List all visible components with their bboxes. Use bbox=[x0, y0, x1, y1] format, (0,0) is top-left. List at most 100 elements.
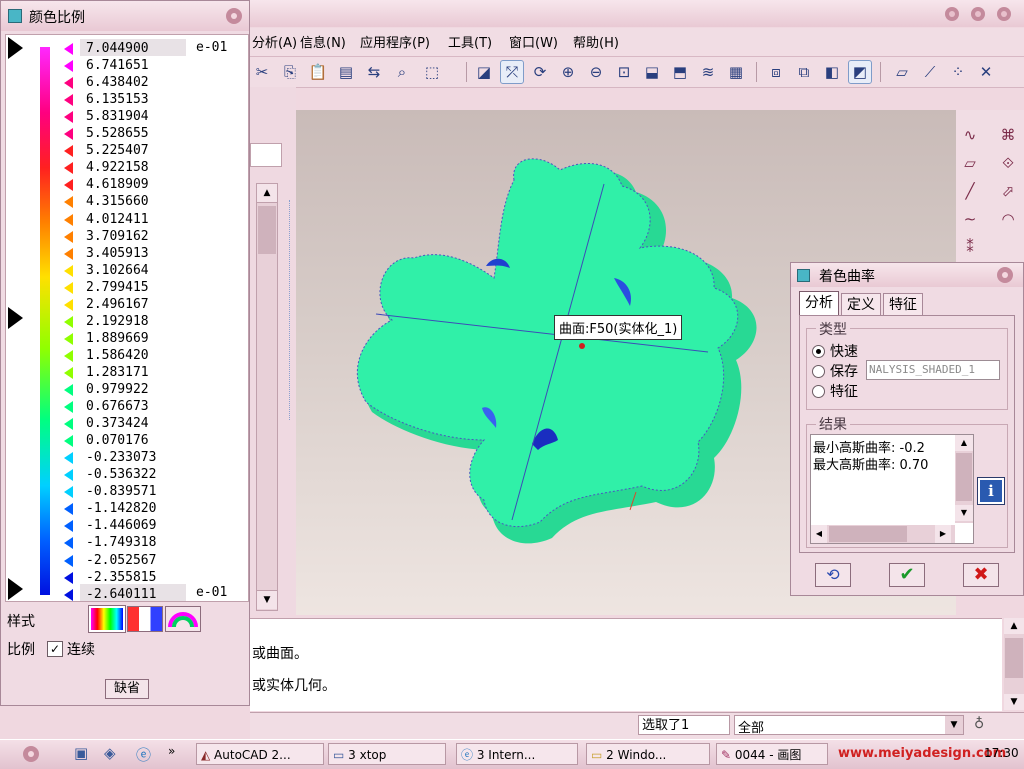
start-flower-icon[interactable] bbox=[18, 743, 44, 765]
menu-info[interactable]: 信息(N) bbox=[300, 32, 346, 51]
tab-analysis[interactable]: 分析 bbox=[799, 291, 839, 315]
right-feature-toolbar: ∿ ⌘ ▱ ⟐ ╱ ⬀ ∼ ◠ ⁑ bbox=[956, 110, 1024, 262]
tick-marker bbox=[64, 77, 73, 90]
spline-icon[interactable]: ∼ bbox=[958, 208, 982, 230]
wireframe-icon[interactable]: ⧈ bbox=[764, 60, 788, 84]
tab-feature[interactable]: 特征 bbox=[883, 293, 923, 315]
continuous-checkbox[interactable]: ✓ bbox=[47, 641, 63, 657]
menu-help[interactable]: 帮助(H) bbox=[573, 32, 619, 51]
paste-special-icon[interactable]: ▤ bbox=[334, 60, 358, 84]
task-internet[interactable]: ⓔ 3 Intern... bbox=[456, 743, 578, 765]
layers-icon[interactable]: ≋ bbox=[696, 60, 720, 84]
model-tree-header bbox=[250, 143, 282, 167]
datum-points-icon[interactable]: ⁘ bbox=[946, 60, 970, 84]
refit-icon[interactable]: ⊡ bbox=[612, 60, 636, 84]
flower-icon[interactable] bbox=[993, 264, 1017, 286]
orient-mode-icon[interactable]: ⟳ bbox=[528, 60, 552, 84]
zoom-out-icon[interactable]: ⊖ bbox=[584, 60, 608, 84]
datum-axes-icon[interactable]: ⟋ bbox=[918, 60, 942, 84]
results-textbox[interactable]: 最小高斯曲率: -0.2 最大高斯曲率: 0.70 ▲ ▼ ◀ ▶ bbox=[810, 434, 974, 544]
tick-marker bbox=[64, 179, 73, 192]
select-box-icon[interactable]: ⬚ bbox=[420, 60, 444, 84]
flower-icon[interactable] bbox=[223, 5, 245, 27]
cut-icon[interactable]: ✂ bbox=[250, 60, 274, 84]
more-chevron-icon[interactable]: » bbox=[168, 744, 175, 758]
info-icon[interactable]: i bbox=[977, 477, 1005, 505]
option-feature-radio[interactable] bbox=[812, 385, 825, 398]
mirror-icon[interactable]: ⟐ bbox=[996, 152, 1020, 174]
scale-slider-middle[interactable] bbox=[8, 307, 23, 329]
datum-planes-icon[interactable]: ⏥ bbox=[890, 60, 914, 84]
scroll-right-icon[interactable]: ▶ bbox=[935, 525, 951, 543]
scroll-left-icon[interactable]: ◀ bbox=[811, 525, 827, 543]
coordinate-systems-icon[interactable]: ✕ bbox=[974, 60, 998, 84]
menu-analysis[interactable]: 分析(A) bbox=[252, 32, 297, 51]
plane-icon[interactable]: ▱ bbox=[958, 152, 982, 174]
style-tricolor-button[interactable] bbox=[127, 606, 163, 632]
view-manager-icon[interactable]: ▦ bbox=[724, 60, 748, 84]
default-button[interactable]: 缺省 bbox=[105, 679, 149, 699]
tick-label: 0.979922 bbox=[86, 382, 149, 397]
scroll-down-icon[interactable]: ▼ bbox=[1004, 694, 1024, 710]
scroll-down-icon[interactable]: ▼ bbox=[955, 505, 973, 521]
menu-tools[interactable]: 工具(T) bbox=[448, 32, 492, 51]
menu-applications[interactable]: 应用程序(P) bbox=[360, 32, 430, 51]
scroll-up-icon[interactable]: ▲ bbox=[257, 184, 277, 203]
find-binoculars-icon[interactable]: ⌕ bbox=[390, 60, 414, 84]
scroll-thumb[interactable] bbox=[956, 453, 972, 501]
cancel-button[interactable]: ✖ bbox=[963, 563, 999, 587]
datum-plane-tool-icon[interactable]: ⌘ bbox=[996, 124, 1020, 146]
results-vscroll[interactable]: ▲ ▼ bbox=[955, 435, 973, 523]
tick-marker bbox=[64, 230, 73, 243]
show-desktop-icon[interactable]: ▣ bbox=[74, 744, 88, 762]
repeat-analysis-button[interactable]: ⟲ bbox=[815, 563, 851, 587]
paste-icon[interactable]: 📋 bbox=[306, 60, 330, 84]
ok-button[interactable]: ✔ bbox=[889, 563, 925, 587]
sash-splitter[interactable] bbox=[289, 200, 296, 420]
model-tree-scrollbar[interactable]: ▲ ▼ bbox=[256, 183, 278, 611]
scroll-down-icon[interactable]: ▼ bbox=[257, 590, 277, 609]
quicklaunch-icon[interactable]: ◈ bbox=[104, 744, 116, 762]
spin-center-icon[interactable]: ⤱ bbox=[500, 60, 524, 84]
option-save-radio[interactable] bbox=[812, 365, 825, 378]
axis-icon[interactable]: ╱ bbox=[958, 180, 982, 202]
redraw-icon[interactable]: ◪ bbox=[472, 60, 496, 84]
chevron-down-icon[interactable]: ▼ bbox=[945, 716, 963, 734]
selection-filter-select[interactable]: 全部 ▼ bbox=[734, 715, 964, 736]
task-windows-explorer[interactable]: ▭ 2 Windo... bbox=[586, 743, 710, 765]
scroll-thumb[interactable] bbox=[829, 526, 907, 542]
task-paint[interactable]: ✎ 0044 - 画图 bbox=[716, 743, 828, 765]
style-rainbow-button[interactable] bbox=[165, 606, 201, 632]
task-xtop[interactable]: ▭ 3 xtop bbox=[328, 743, 446, 765]
browser-icon[interactable]: ⓔ bbox=[136, 744, 151, 765]
menu-window[interactable]: 窗口(W) bbox=[509, 32, 558, 51]
zoom-in-icon[interactable]: ⊕ bbox=[556, 60, 580, 84]
points-icon[interactable]: ⁑ bbox=[958, 236, 982, 258]
results-hscroll[interactable]: ◀ ▶ bbox=[811, 525, 955, 543]
shading-icon[interactable]: ◩ bbox=[848, 60, 872, 84]
sketch-curve-icon[interactable]: ∿ bbox=[958, 124, 982, 146]
scroll-up-icon[interactable]: ▲ bbox=[955, 435, 973, 451]
reorient-icon[interactable]: ⬓ bbox=[640, 60, 664, 84]
surface-tool-icon[interactable]: ◠ bbox=[996, 208, 1020, 230]
scroll-thumb[interactable] bbox=[1005, 638, 1023, 678]
window-controls-flowers-icon[interactable] bbox=[940, 2, 1020, 26]
main-title-bar bbox=[250, 0, 1024, 27]
scale-slider-bottom[interactable] bbox=[8, 578, 23, 600]
no-hidden-icon[interactable]: ◧ bbox=[820, 60, 844, 84]
tab-definition[interactable]: 定义 bbox=[841, 293, 881, 315]
message-scrollbar[interactable]: ▲ ▼ bbox=[1004, 618, 1024, 710]
option-quick-radio[interactable] bbox=[812, 345, 825, 358]
save-name-input[interactable]: NALYSIS_SHADED_1 bbox=[866, 360, 1000, 380]
regenerate-icon[interactable]: ⇆ bbox=[362, 60, 386, 84]
result-group-label: 结果 bbox=[816, 414, 850, 434]
scale-slider-top[interactable] bbox=[8, 37, 23, 59]
scroll-up-icon[interactable]: ▲ bbox=[1004, 618, 1024, 634]
task-autocad[interactable]: ◭ AutoCAD 2... bbox=[196, 743, 324, 765]
scroll-thumb[interactable] bbox=[258, 206, 276, 254]
hidden-line-icon[interactable]: ⧉ bbox=[792, 60, 816, 84]
saved-views-icon[interactable]: ⬒ bbox=[668, 60, 692, 84]
copy-icon[interactable]: ⎘ bbox=[278, 60, 302, 84]
style-spectrum-button[interactable] bbox=[88, 605, 126, 633]
offset-icon[interactable]: ⬀ bbox=[996, 180, 1020, 202]
